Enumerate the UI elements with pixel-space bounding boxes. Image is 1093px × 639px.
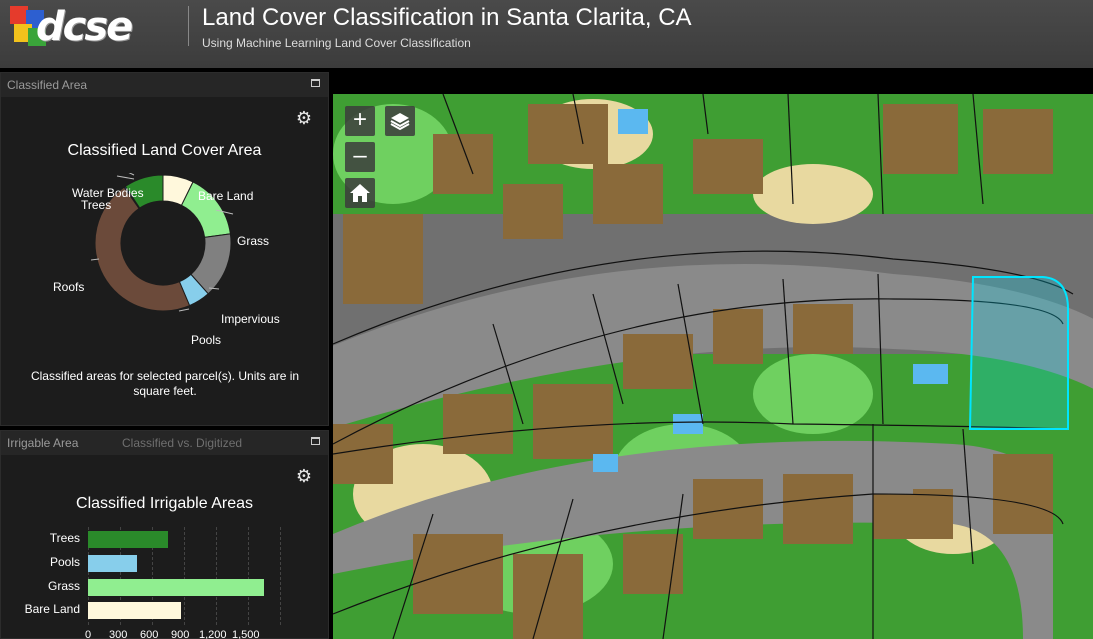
x-gridline: [184, 527, 185, 625]
x-tick-0: 0: [85, 629, 92, 639]
x-gridline: [280, 527, 281, 625]
bar-bare-land[interactable]: [88, 602, 181, 619]
pie-leader-line: [116, 175, 135, 180]
zoom-in-button[interactable]: +: [345, 106, 375, 136]
tab-classified-vs-digitized[interactable]: Classified vs. Digitized: [122, 436, 242, 450]
page-subtitle: Using Machine Learning Land Cover Classi…: [202, 36, 471, 50]
pie-label-pools: Pools: [191, 333, 222, 347]
dcse-logo: dcse: [10, 4, 168, 50]
x-tick-600: 600: [140, 629, 159, 639]
bar-chart-title: Classified Irrigable Areas: [76, 495, 253, 512]
pie-leader-line: [178, 308, 190, 312]
x-gridline: [216, 527, 217, 625]
map-view[interactable]: + –: [333, 72, 1093, 639]
header-divider: [188, 6, 189, 46]
pie-label-bare-land: Bare Land: [198, 189, 254, 203]
layers-icon[interactable]: [385, 106, 415, 136]
pie-label-roofs: Roofs: [53, 280, 85, 294]
x-tick-900: 900: [171, 629, 190, 639]
selected-parcel: [968, 276, 1069, 430]
bar-label-bare-land: Bare Land: [24, 602, 80, 616]
aerial-imagery[interactable]: [333, 94, 1093, 639]
pie-label-trees: Trees: [81, 198, 112, 212]
x-tick-300: 300: [109, 629, 128, 639]
pie-caption: Classified areas for selected parcel(s).…: [30, 369, 300, 398]
classified-area-panel: Classified Area ⚙ Classified Land Cover …: [0, 72, 329, 426]
pie-chart-title: Classified Land Cover Area: [67, 142, 262, 159]
pie-label-impervious: Impervious: [221, 312, 280, 326]
bar-trees[interactable]: [88, 531, 168, 548]
zoom-out-button[interactable]: –: [345, 142, 375, 172]
gear-icon[interactable]: ⚙: [296, 109, 312, 127]
tab-irrigable-area[interactable]: Irrigable Area: [7, 436, 78, 450]
maximize-icon[interactable]: [311, 79, 320, 87]
panel-header: Irrigable Area Classified vs. Digitized: [1, 431, 328, 455]
bar-label-grass: Grass: [47, 579, 80, 593]
pie-label-grass: Grass: [237, 234, 270, 248]
page-title: Land Cover Classification in Santa Clari…: [202, 4, 692, 31]
x-tick-1200: 1,200: [199, 629, 227, 639]
bar-label-pools: Pools: [49, 555, 80, 569]
tab-classified-area[interactable]: Classified Area: [7, 78, 87, 92]
irrigable-area-panel: Irrigable Area Classified vs. Digitized …: [0, 430, 329, 639]
home-icon[interactable]: [345, 178, 375, 208]
bar-grass[interactable]: [88, 579, 264, 596]
bar-label-trees: Trees: [49, 531, 80, 545]
bar-pools[interactable]: [88, 555, 138, 572]
land-cover-donut-chart: [90, 173, 234, 312]
x-gridline: [248, 527, 249, 625]
irrigable-bar-chart: Trees Pools Grass Bare Land 0 300 600 90…: [1, 523, 330, 639]
gear-icon[interactable]: ⚙: [296, 467, 312, 485]
x-tick-1500: 1,500: [232, 629, 260, 639]
panel-header: Classified Area: [1, 73, 328, 97]
logo-text: dcse: [36, 4, 133, 50]
pie-leader-line: [128, 173, 135, 176]
maximize-icon[interactable]: [311, 437, 320, 445]
app-header: dcse Land Cover Classification in Santa …: [0, 0, 1093, 68]
